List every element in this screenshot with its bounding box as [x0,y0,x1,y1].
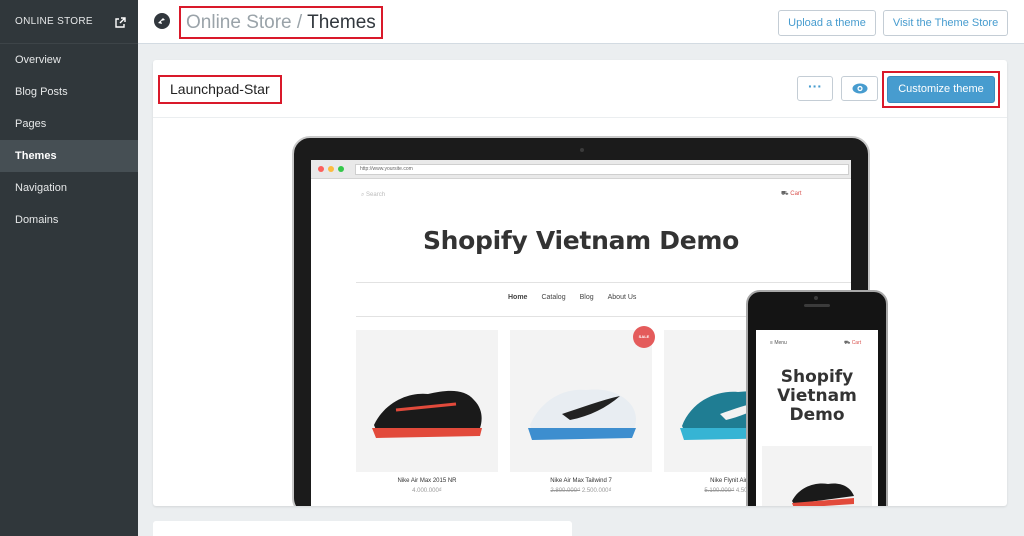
phone-speaker [804,304,830,307]
sidebar-header: ONLINE STORE [0,0,138,44]
sidebar-item-themes[interactable]: Themes [0,140,138,172]
site-cart-label: Cart [790,191,802,197]
product-price: 4.000.000₫ [412,488,442,494]
phone-menu-label: Menu [774,340,787,346]
customize-highlight: Customize theme [882,71,1000,108]
sidebar-item-blog-posts[interactable]: Blog Posts [0,76,138,108]
external-link-icon[interactable] [114,16,126,28]
more-actions-button[interactable]: ··· [797,76,833,101]
site-nav: Home Catalog Blog About Us [508,294,636,301]
site-search-placeholder: Search [366,192,386,198]
divider [356,282,851,283]
maximize-dot-icon [338,166,344,172]
preview-button[interactable] [841,76,878,101]
phone-menu: ≡ Menu [770,340,787,346]
page-title: Themes [307,12,376,33]
breadcrumb: Online Store / Themes [179,6,383,39]
breadcrumb-parent[interactable]: Online Store [186,12,292,33]
sidebar-title: ONLINE STORE [15,16,93,27]
eye-icon [852,83,868,94]
site-nav-blog: Blog [579,294,594,301]
shoe-image [372,390,482,438]
phone-site-title: Shopify Vietnam Demo [756,368,878,425]
minimize-dot-icon [328,166,334,172]
product-name: Nike Air Max 2015 NR [397,478,457,484]
product-sale-price: 2.500.000₫ [581,488,612,494]
theme-name: Launchpad-Star [158,75,282,104]
site-nav-home: Home [508,294,528,301]
site-title: Shopify Vietnam Demo [422,226,740,255]
phone-cart-label: Cart [851,340,862,346]
product-name: Nike Air Max Tailwind 7 [550,478,612,484]
breadcrumb-separator: / [296,12,303,33]
phone-screen: ≡ Menu ⛟ Cart Shopify Vietnam Demo [756,330,878,506]
site-nav-about: About Us [607,294,637,301]
browser-bar: http://www.yoursite.com [311,160,851,179]
hamburger-icon: ≡ [770,340,773,346]
sale-badge: SALE [633,326,655,348]
product-image [762,446,872,506]
sidebar-item-pages[interactable]: Pages [0,108,138,140]
product-old-price: 2.800.000₫ [550,488,581,494]
phone-camera [814,296,818,300]
sidebar-item-overview[interactable]: Overview [0,44,138,76]
visit-theme-store-button[interactable]: Visit the Theme Store [883,10,1008,36]
current-theme-card: Launchpad-Star ··· Customize theme http:… [153,60,1007,506]
upload-theme-button[interactable]: Upload a theme [778,10,876,36]
sidebar-item-navigation[interactable]: Navigation [0,172,138,204]
customize-theme-button[interactable]: Customize theme [887,76,995,103]
top-bar: Online Store / Themes Upload a theme Vis… [138,0,1024,44]
shoe-image [528,389,636,440]
sidebar-item-domains[interactable]: Domains [0,204,138,236]
online-store-icon [153,12,171,30]
phone-preview: ≡ Menu ⛟ Cart Shopify Vietnam Demo [746,290,888,506]
phone-title-line: Shopify [780,367,854,387]
site-nav-catalog: Catalog [541,294,566,301]
product-old-price: 5.100.000₫ [704,488,735,494]
product-image [356,330,498,472]
address-bar: http://www.yoursite.com [355,164,849,175]
laptop-camera [580,148,584,152]
theme-card-header: Launchpad-Star ··· Customize theme [153,60,1007,118]
cart-icon: ⛟ [781,191,789,197]
close-dot-icon [318,166,324,172]
phone-title-line: Demo [789,405,845,425]
phone-title-line: Vietnam [777,386,857,406]
secondary-card [153,521,572,536]
sidebar: ONLINE STORE Overview Blog Posts Pages T… [0,0,138,536]
cart-icon: ⛟ [844,340,851,346]
site-search: ⌕ Search [361,192,386,198]
sidebar-nav: Overview Blog Posts Pages Themes Navigat… [0,44,138,236]
site-cart: ⛟ Cart [781,190,802,198]
product-image [510,330,652,472]
phone-cart: ⛟ Cart [844,340,861,347]
shoe-image [792,483,854,506]
product-price: 2.800.000₫ 2.500.000₫ [510,488,652,494]
